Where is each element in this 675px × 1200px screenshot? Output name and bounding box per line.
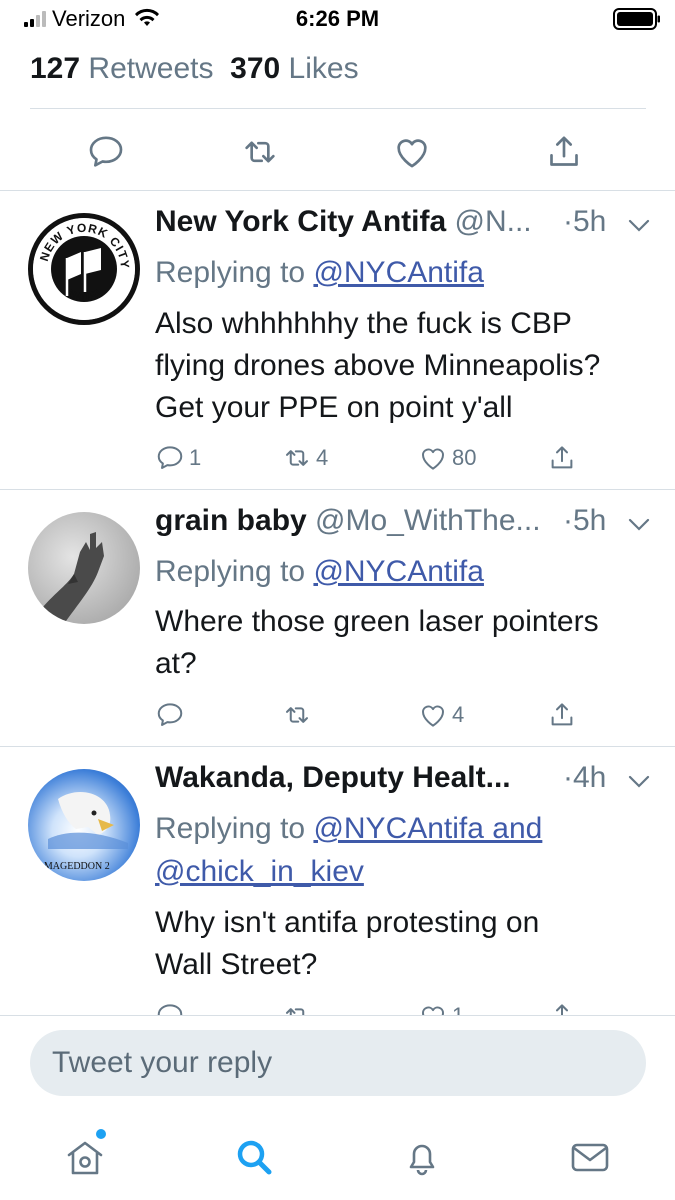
like-button[interactable]: 4 [418,698,464,732]
mention-link[interactable]: @NYCAntifa [313,555,484,588]
tweet-text-line: flying drones above Minneapolis? [155,349,601,382]
home-icon[interactable] [63,1135,107,1179]
tweet-time: ·5h [563,504,607,537]
mention-link[interactable]: @NYCAntifa [313,256,484,289]
reply-icon [155,700,185,730]
tweet-time: ·4h [563,761,607,794]
tweet-actions: 1 4 80 [0,441,675,475]
reply-icon[interactable] [86,132,126,172]
share-icon[interactable] [544,132,584,172]
avatar-hand-image [42,532,104,624]
avatar[interactable] [28,512,140,624]
tweet-text-line: Why isn't antifa protesting on [155,906,540,939]
tweet-actions: 4 [0,698,675,732]
retweet-button[interactable]: 4 [282,441,328,475]
like-count: 80 [452,445,477,470]
bell-icon[interactable] [400,1135,444,1179]
avatar[interactable]: NEW YORK CITY ANTIFA [28,213,140,325]
like-count: 4 [452,702,465,727]
tweet-text: Why isn't antifa protesting on Wall Stre… [155,902,655,986]
share-button[interactable] [547,698,577,732]
retweet-count: 4 [316,445,329,470]
tweet-text-line: Also whhhhhhy the fuck is CBP [155,307,572,340]
divider [30,108,646,109]
replying-to-label: Replying to [155,555,314,588]
heart-icon [418,700,448,730]
reply-count: 1 [189,445,202,470]
author-name[interactable]: grain baby [155,504,307,537]
chevron-down-icon[interactable] [628,518,650,532]
replying-to: Replying to @NYCAntifa [155,251,484,294]
tweet-text: Where those green laser pointers at? [155,601,655,685]
tweet-header: grain baby @Mo_WithThe... [155,504,541,538]
battery-icon [613,8,660,30]
search-icon[interactable] [232,1135,276,1179]
retweet-icon [282,1001,312,1015]
like-button[interactable]: 80 [418,441,476,475]
like-count: 1 [452,1003,464,1015]
reply-button[interactable] [155,698,189,732]
reply-button[interactable]: 1 [155,441,201,475]
notification-dot [96,1129,106,1139]
share-icon [547,443,577,473]
replying-to-label: Replying to [155,256,314,289]
mention-link[interactable]: @chick_in_kiev [155,855,364,888]
reply-icon [155,443,185,473]
tweet-actions: 1 [0,999,675,1015]
reply-tweet[interactable]: NEW YORK CITY ANTIFA New York City Antif… [0,191,675,489]
share-icon [547,1001,577,1015]
clock: 6:26 PM [295,6,380,31]
replying-to-label: Replying to [155,812,314,845]
like-icon[interactable] [392,132,432,172]
author-name[interactable]: New York City Antifa [155,205,446,238]
share-button[interactable] [547,999,577,1015]
retweet-icon[interactable] [240,132,280,172]
retweets-label[interactable]: Retweets [88,52,213,85]
retweet-button[interactable] [282,698,316,732]
chevron-down-icon[interactable] [628,219,650,233]
tweet-text: Also whhhhhhy the fuck is CBP flying dro… [155,303,655,429]
avatar[interactable]: ARMAGEDDON 2 [28,769,140,881]
heart-icon [418,443,448,473]
share-button[interactable] [547,441,577,475]
mention-link[interactable]: @NYCAntifa and [313,812,542,845]
retweet-icon [282,700,312,730]
tweet-time: ·5h [563,205,607,238]
tweet-text-line: Get your PPE on point y'all [155,391,513,424]
tweet-text-line: Wall Street? [155,948,318,981]
tweet-reply-input[interactable] [30,1030,646,1096]
author-handle: @N... [454,205,532,238]
antifa-logo-image: NEW YORK CITY ANTIFA [33,218,135,320]
replying-to: Replying to @NYCAntifa and @chick_in_kie… [155,807,542,893]
tweet-stats: 127 Retweets 370 Likes [30,52,359,86]
share-icon [547,700,577,730]
main-tweet-actions [0,132,675,178]
tweet-text-line: at? [155,647,197,680]
author-handle: @Mo_WithThe... [315,504,541,537]
tweet-text-line: Where those green laser pointers [155,605,599,638]
avatar-caption: ARMAGEDDON 2 [30,861,110,872]
heart-icon [418,1001,448,1015]
mail-icon[interactable] [568,1135,612,1179]
author-name[interactable]: Wakanda, Deputy Healt... [155,761,511,794]
bottom-tab-bar [0,1125,675,1185]
reply-icon [155,1001,185,1015]
retweets-count: 127 [30,52,81,85]
likes-count: 370 [230,52,281,85]
chevron-down-icon[interactable] [628,775,650,789]
retweet-icon [282,443,312,473]
replying-to: Replying to @NYCAntifa [155,550,484,593]
divider [0,1015,675,1016]
status-bar: Verizon 6:26 PM [0,0,675,38]
reply-button[interactable] [155,999,189,1015]
retweet-button[interactable] [282,999,316,1015]
tweet-header: Wakanda, Deputy Healt... [155,761,511,795]
avatar-eagle-image: ARMAGEDDON 2 [30,792,128,872]
reply-tweet[interactable]: ARMAGEDDON 2 Wakanda, Deputy Healt... ·4… [0,747,675,1015]
tweet-header: New York City Antifa @N... [155,205,532,239]
reply-tweet[interactable]: grain baby @Mo_WithThe... ·5h Replying t… [0,490,675,746]
like-button[interactable]: 1 [418,999,464,1015]
likes-label[interactable]: Likes [289,52,359,85]
